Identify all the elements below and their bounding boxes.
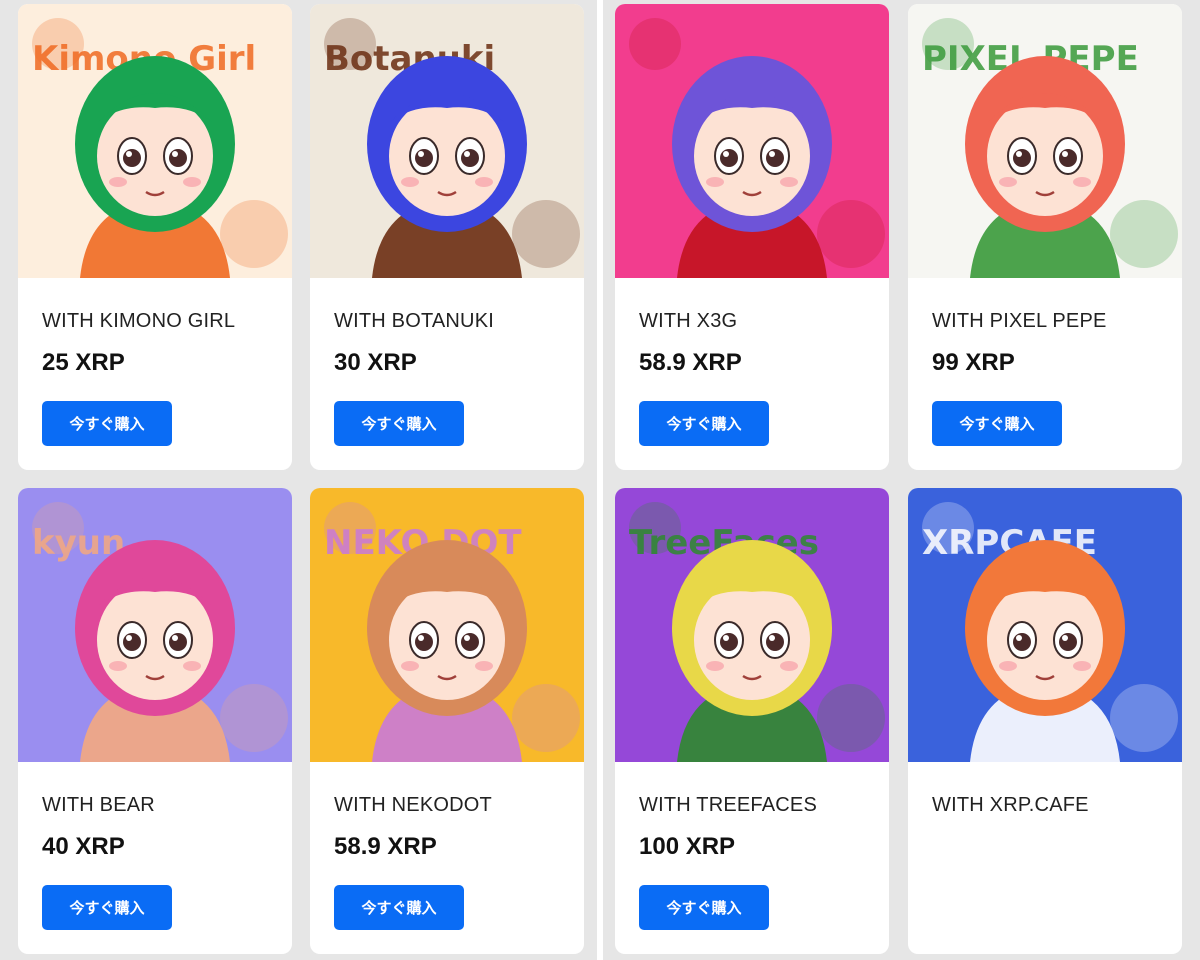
product-image[interactable] <box>615 4 889 278</box>
buy-now-button[interactable]: 今すぐ購入 <box>639 401 769 446</box>
product-image[interactable]: TreeFaces <box>615 488 889 762</box>
product-price: 58.9 XRP <box>639 349 742 376</box>
product-card-bear[interactable]: kyun WITH BEAR 40 XRP 今すぐ購入 <box>18 488 292 954</box>
product-price: 99 XRP <box>932 349 1015 376</box>
product-card-x3g[interactable]: WITH X3G 58.9 XRP 今すぐ購入 <box>615 4 889 470</box>
product-image[interactable]: kyun <box>18 488 292 762</box>
product-price: 40 XRP <box>42 833 125 860</box>
buy-now-button[interactable]: 今すぐ購入 <box>639 885 769 930</box>
product-title: WITH X3G <box>639 310 738 332</box>
buy-now-button[interactable]: 今すぐ購入 <box>42 401 172 446</box>
product-title: WITH XRP.CAFE <box>932 794 1089 816</box>
product-card-kimono-girl[interactable]: Kimono Girl WITH KIMONO GIRL 25 XRP 今すぐ購入 <box>18 4 292 470</box>
product-title: WITH BEAR <box>42 794 155 816</box>
product-card-treefaces[interactable]: TreeFaces WITH TREEFACES 100 XRP 今すぐ購入 <box>615 488 889 954</box>
product-image[interactable]: Botanuki <box>310 4 584 278</box>
product-card-xrp-cafe[interactable]: XRPCAFE WITH XRP.CAFE <box>908 488 1182 954</box>
product-title: WITH NEKODOT <box>334 794 492 816</box>
product-title: WITH BOTANUKI <box>334 310 495 332</box>
product-title: WITH KIMONO GIRL <box>42 310 236 332</box>
product-image[interactable]: XRPCAFE <box>908 488 1182 762</box>
product-price: 58.9 XRP <box>334 833 437 860</box>
product-price: 25 XRP <box>42 349 125 376</box>
buy-now-button[interactable]: 今すぐ購入 <box>334 885 464 930</box>
product-card-pixel-pepe[interactable]: PIXEL PEPE WITH PIXEL PEPE 99 XRP 今すぐ購入 <box>908 4 1182 470</box>
product-title: WITH TREEFACES <box>639 794 818 816</box>
product-image[interactable]: NEKO DOT <box>310 488 584 762</box>
buy-now-button[interactable]: 今すぐ購入 <box>932 401 1062 446</box>
buy-now-button[interactable]: 今すぐ購入 <box>42 885 172 930</box>
product-image[interactable]: PIXEL PEPE <box>908 4 1182 278</box>
product-price: 100 XRP <box>639 833 736 860</box>
product-title: WITH PIXEL PEPE <box>932 310 1107 332</box>
buy-now-button[interactable]: 今すぐ購入 <box>334 401 464 446</box>
product-card-botanuki[interactable]: Botanuki WITH BOTANUKI 30 XRP 今すぐ購入 <box>310 4 584 470</box>
product-price: 30 XRP <box>334 349 417 376</box>
product-card-nekodot[interactable]: NEKO DOT WITH NEKODOT 58.9 XRP 今すぐ購入 <box>310 488 584 954</box>
product-image[interactable]: Kimono Girl <box>18 4 292 278</box>
column-divider <box>597 0 603 960</box>
